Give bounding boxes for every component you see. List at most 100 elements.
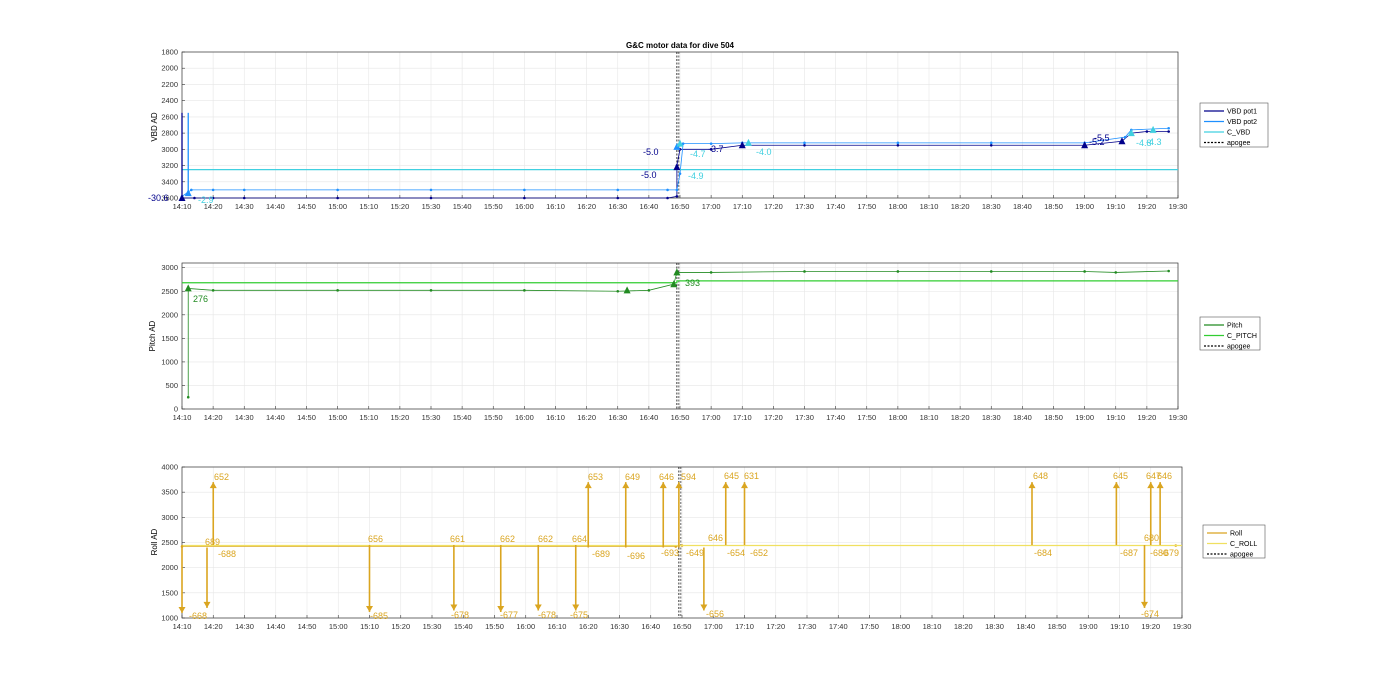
data-point [616,289,620,293]
x-tick-label: 14:50 [298,622,317,631]
data-point [523,188,526,192]
legend-label: C_PITCH [1227,333,1257,340]
data-annotation: 652 [214,472,229,482]
x-tick-label: 16:40 [639,202,658,211]
roll-move-arrowhead [1147,482,1155,489]
data-annotation: -2.9 [198,195,214,205]
x-tick-label: 19:00 [1075,413,1094,422]
x-tick-label: 19:20 [1141,622,1160,631]
x-tick-label: 17:00 [702,202,721,211]
x-tick-label: 15:00 [328,202,347,211]
pitch-move-marker [184,284,192,292]
x-tick-label: 18:40 [1013,413,1032,422]
data-point [523,196,526,200]
x-tick-label: 18:40 [1016,622,1035,631]
data-point [616,188,620,192]
data-point [523,289,526,292]
x-tick-label: 16:20 [579,622,598,631]
data-point [803,270,806,273]
x-tick-label: 14:10 [173,413,192,422]
data-annotation: 648 [1033,471,1048,481]
y-tick-label: 2600 [161,112,178,121]
x-tick-label: 14:50 [297,413,316,422]
legend-label: Pitch [1227,323,1243,330]
data-point [211,289,215,292]
y-tick-label: 2500 [161,538,178,547]
pitch-move-marker [670,280,678,288]
x-tick-label: 18:50 [1044,202,1063,211]
x-tick-label: 17:20 [764,202,783,211]
x-tick-label: 14:10 [173,202,192,211]
y-tick-label: 1500 [161,588,178,597]
y-tick-label: 1000 [161,614,178,623]
vbd-y-axis-label: VBD AD [150,112,159,142]
data-annotation: 656 [368,534,383,544]
data-point [675,195,679,198]
x-tick-label: 15:50 [484,202,503,211]
x-tick-label: 16:00 [515,202,534,211]
pitch-move-marker [673,268,681,276]
y-tick-label: 2000 [161,310,178,319]
x-tick-label: 15:00 [328,413,347,422]
x-tick-label: 15:20 [390,413,409,422]
roll-move-arrowhead [1028,482,1036,489]
x-tick-label: 17:30 [795,413,814,422]
legend-label: VBD pot2 [1227,119,1257,126]
data-point [1114,271,1118,274]
roll-move-arrowhead [1141,601,1148,608]
x-tick-label: 17:50 [857,202,876,211]
x-tick-label: 16:50 [671,202,690,211]
x-tick-label: 14:40 [266,413,285,422]
data-annotation: -677 [500,610,518,620]
x-tick-label: 17:50 [857,413,876,422]
pitch-move-marker [623,286,631,294]
x-tick-label: 14:20 [204,413,223,422]
x-tick-label: 17:40 [826,202,845,211]
legend-label: apogee [1227,140,1250,147]
data-annotation: -685 [370,611,388,621]
data-point [336,196,339,200]
data-point [429,289,433,292]
x-tick-label: 19:20 [1137,413,1156,422]
x-tick-label: 15:30 [422,413,441,422]
x-tick-label: 14:20 [204,622,223,631]
vbd-move-marker [738,141,746,149]
y-tick-label: 3400 [161,177,178,186]
x-tick-label: 16:10 [546,202,565,211]
data-point [1145,130,1149,133]
data-annotation: -30.6 [148,193,169,203]
x-tick-label: 15:10 [359,202,378,211]
data-point [896,270,900,273]
x-tick-label: 14:30 [235,202,254,211]
data-annotation: 645 [1113,471,1128,481]
x-tick-label: 17:10 [735,622,754,631]
x-tick-label: 17:30 [795,202,814,211]
x-tick-label: 17:50 [860,622,879,631]
legend-label: apogee [1230,552,1253,559]
x-tick-label: 15:10 [360,622,379,631]
y-tick-label: 3000 [161,145,178,154]
x-tick-label: 16:40 [639,413,658,422]
x-tick-label: 16:20 [577,202,596,211]
data-point [190,188,193,192]
x-tick-label: 18:20 [951,413,970,422]
data-point [429,196,433,200]
x-tick-label: 15:50 [484,413,503,422]
x-tick-label: 15:30 [422,202,441,211]
data-annotation: -688 [218,549,236,559]
x-tick-label: 19:20 [1137,202,1156,211]
legend-label: C_ROLL [1230,541,1257,548]
data-point [709,271,713,274]
y-tick-label: 1800 [161,48,178,57]
data-annotation: -4.7 [690,149,706,159]
data-annotation: -668 [189,611,207,621]
data-point [896,143,900,147]
data-point [336,188,339,192]
x-tick-label: 18:50 [1048,622,1067,631]
x-tick-label: 17:00 [702,413,721,422]
data-point [666,196,669,200]
data-annotation: -678 [451,610,469,620]
data-point [675,188,679,192]
roll-y-axis-label: Roll AD [150,528,159,555]
data-annotation: -5.0 [643,147,659,157]
